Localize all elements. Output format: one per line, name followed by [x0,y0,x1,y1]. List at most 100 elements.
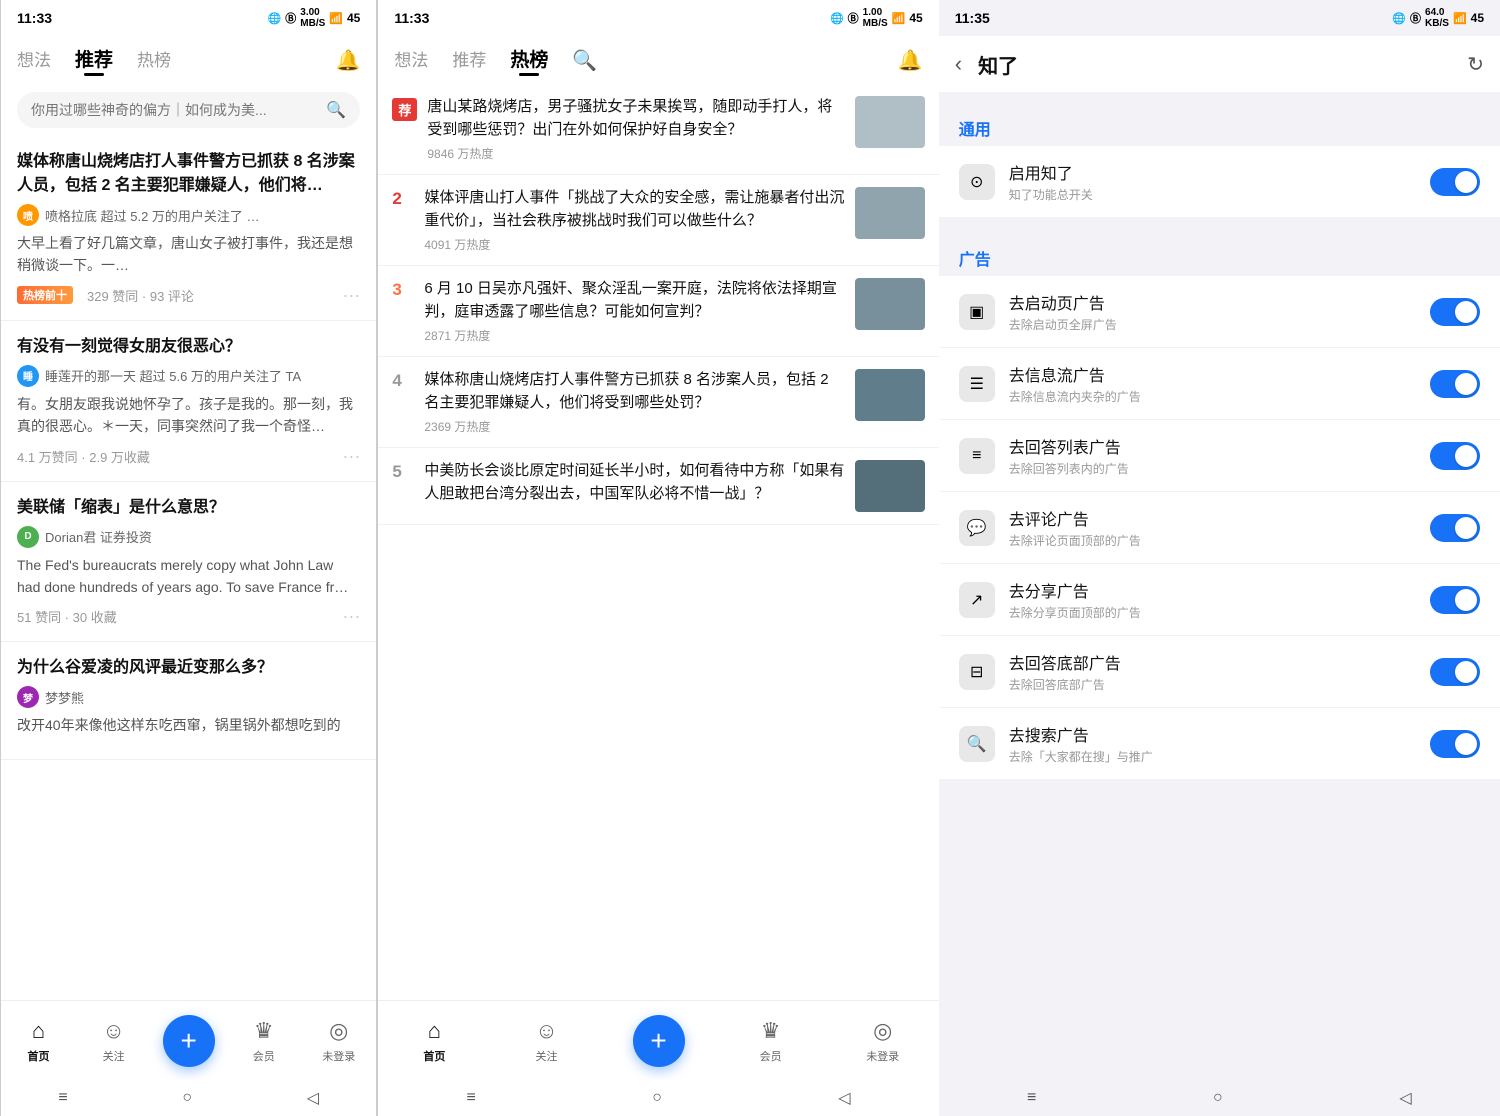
comment-ad-sublabel: 去除评论页面顶部的广告 [1009,532,1416,549]
fab-button-2[interactable]: + [633,1015,685,1067]
time-1: 11:33 [17,10,52,26]
toggle-share-ad[interactable] [1430,586,1480,614]
more-dots-1[interactable]: ··· [342,285,360,306]
bottom-vip-1[interactable]: ♛ 会员 [226,1018,301,1064]
hot-thumb-2 [855,187,925,239]
home-btn-3[interactable]: ○ [1213,1089,1223,1107]
hot-heat-3: 2871 万热度 [424,327,844,344]
feed-item-2[interactable]: 有没有一刻觉得女朋友很恶心？ 睡 睡莲开的那一天 超过 5.6 万的用户关注了 … [1,321,376,482]
hot-item-1[interactable]: 荐 唐山某路烧烤店，男子骚扰女子未果挨骂，随即动手打人，将受到哪些惩罚？出门在外… [378,84,938,175]
hot-item-4[interactable]: 4 媒体称唐山烧烤店打人事件警方已抓获 8 名涉案人员，包括 2 名主要犯罪嫌疑… [378,357,938,448]
feed-item-3[interactable]: 美联储「缩表」是什么意思？ D Dorian君 证券投资 The Fed's b… [1,482,376,643]
enable-label: 启用知了 [1009,160,1416,184]
bottom-home-1[interactable]: ⌂ 首页 [1,1018,76,1064]
settings-title: 知了 [978,50,1467,79]
back-btn-3[interactable]: ◁ [1399,1088,1411,1108]
toggle-launch-ad[interactable] [1430,298,1480,326]
login-icon-2: ◎ [873,1018,892,1044]
follow-icon-2: ☺ [535,1018,557,1044]
sys-nav-1: ≡ ○ ◁ [1,1080,376,1116]
bell-icon-2[interactable]: 🔔 [898,48,923,73]
home-btn-2[interactable]: ○ [652,1089,662,1107]
hot-thumb-5 [855,460,925,512]
toggle-feed-ad[interactable] [1430,370,1480,398]
toggle-comment-ad[interactable] [1430,514,1480,542]
sys-nav-3: ≡ ○ ◁ [939,1080,1500,1116]
vip-icon-2: ♛ [761,1018,781,1044]
feed-ad-text: 去信息流广告 去除信息流内夹杂的广告 [1009,362,1416,405]
feed-item-1[interactable]: 媒体称唐山烧烤店打人事件警方已抓获 8 名涉案人员，包括 2 名主要犯罪嫌疑人，… [1,136,376,321]
back-button[interactable]: ‹ [955,51,962,77]
time-3: 11:35 [955,10,990,26]
author-name-1: 喷格拉底 超过 5.2 万的用户关注了 … [45,206,260,225]
status-icons-3: 🌐 Ⓑ 64.0KB/S 📶 45 [1392,7,1484,29]
search-bar[interactable]: 🔍 [17,92,360,128]
tab-xianfa-2[interactable]: 想法 [394,46,428,75]
hot-title-3: 6 月 10 日吴亦凡强奸、聚众淫乱一案开庭，法院将依法择期宣判，庭审透露了哪些… [424,278,844,323]
tab-rebang-2[interactable]: 热榜 [510,45,548,76]
settings-item-launch-ad: ▣ 去启动页广告 去除启动页全屏广告 [939,276,1500,347]
launch-ad-sublabel: 去除启动页全屏广告 [1009,316,1416,333]
tab-tuijian-2[interactable]: 推荐 [452,46,486,75]
answer-ad-label: 去回答列表广告 [1009,434,1416,458]
more-dots-3[interactable]: ··· [342,606,360,627]
login-icon-1: ◎ [329,1018,348,1044]
status-bar-2: 11:33 🌐 Ⓑ 1.00MB/S 📶 45 [378,0,938,36]
bottom-follow-2[interactable]: ☺ 关注 [490,1018,602,1064]
hot-thumb-4 [855,369,925,421]
bottom-login-1[interactable]: ◎ 未登录 [301,1018,376,1064]
bottom-login-2[interactable]: ◎ 未登录 [827,1018,939,1064]
menu-btn-3[interactable]: ≡ [1027,1089,1036,1107]
hot-thumb-3 [855,278,925,330]
hot-content-1: 唐山某路烧烤店，男子骚扰女子未果挨骂，随即动手打人，将受到哪些惩罚？出门在外如何… [427,96,844,162]
hot-item-2[interactable]: 2 媒体评唐山打人事件「挑战了大众的安全感，需让施暴者付出沉重代价」，当社会秩序… [378,175,938,266]
bell-icon-1[interactable]: 🔔 [335,48,360,73]
toggle-enable[interactable] [1430,168,1480,196]
toggle-bottom-ad[interactable] [1430,658,1480,686]
feed-excerpt-4: 改开40年来像他这样东吃西窜，锅里锅外都想吃到的 [17,714,360,736]
feed-author-row-1: 喷 喷格拉底 超过 5.2 万的用户关注了 … [17,204,360,226]
hot-heat-2: 4091 万热度 [424,236,844,253]
feed-item-4[interactable]: 为什么谷爱凌的风评最近变那么多？ 梦 梦梦熊 改开40年来像他这样东吃西窜，锅里… [1,642,376,759]
tab-xianfa-1[interactable]: 想法 [17,46,51,75]
hot-heat-4: 2369 万热度 [424,418,844,435]
menu-btn-2[interactable]: ≡ [467,1089,476,1107]
back-btn-2[interactable]: ◁ [838,1088,850,1108]
share-ad-label: 去分享广告 [1009,578,1416,602]
home-btn-1[interactable]: ○ [182,1089,192,1107]
menu-btn-1[interactable]: ≡ [58,1089,67,1107]
battery-label-1: 45 [347,11,360,25]
hot-item-5[interactable]: 5 中美防长会谈比原定时间延长半小时，如何看待中方称「如果有人胆敢把台湾分裂出去… [378,448,938,525]
rank-1: 荐 [392,98,417,121]
tab-tuijian-1[interactable]: 推荐 [75,45,113,76]
search-icon-2[interactable]: 🔍 [572,48,597,73]
panel-settings: 11:35 🌐 Ⓑ 64.0KB/S 📶 45 ‹ 知了 ↻ 通用 ⊙ 启用知了… [939,0,1500,1116]
battery-label-2: 45 [909,11,922,25]
bottom-add-1[interactable]: + [151,1015,226,1067]
bottom-home-2[interactable]: ⌂ 首页 [378,1018,490,1064]
bottom-add-2[interactable]: + [603,1015,715,1067]
tab-rebang-1[interactable]: 热榜 [137,46,171,75]
login-label-2: 未登录 [866,1048,899,1064]
follow-label-2: 关注 [535,1048,557,1064]
share-ad-text: 去分享广告 去除分享页面顶部的广告 [1009,578,1416,621]
home-label-2: 首页 [423,1048,445,1064]
more-dots-2[interactable]: ··· [342,446,360,467]
panel-rebang: 11:33 🌐 Ⓑ 1.00MB/S 📶 45 想法 推荐 热榜 🔍 🔔 荐 唐… [377,0,938,1116]
search-input[interactable] [31,102,326,118]
toggle-answer-ad[interactable] [1430,442,1480,470]
feed-title-1: 媒体称唐山烧烤店打人事件警方已抓获 8 名涉案人员，包括 2 名主要犯罪嫌疑人，… [17,150,360,198]
home-icon-1: ⌂ [32,1018,45,1044]
nav-tabs-1: 想法 推荐 热榜 🔔 [1,36,376,84]
hot-item-3[interactable]: 3 6 月 10 日吴亦凡强奸、聚众淫乱一案开庭，法院将依法择期宣判，庭审透露了… [378,266,938,357]
status-icons-1: 🌐 Ⓑ 3.00MB/S 📶 45 [268,7,361,29]
bottom-vip-2[interactable]: ♛ 会员 [715,1018,827,1064]
fab-button-1[interactable]: + [163,1015,215,1067]
refresh-button[interactable]: ↻ [1467,52,1484,77]
bottom-follow-1[interactable]: ☺ 关注 [76,1018,151,1064]
author-name-4: 梦梦熊 [45,688,84,707]
back-btn-1[interactable]: ◁ [307,1088,319,1108]
hot-list: 荐 唐山某路烧烤店，男子骚扰女子未果挨骂，随即动手打人，将受到哪些惩罚？出门在外… [378,84,938,1000]
toggle-search-ad[interactable] [1430,730,1480,758]
bottom-ad-sublabel: 去除回答底部广告 [1009,676,1416,693]
